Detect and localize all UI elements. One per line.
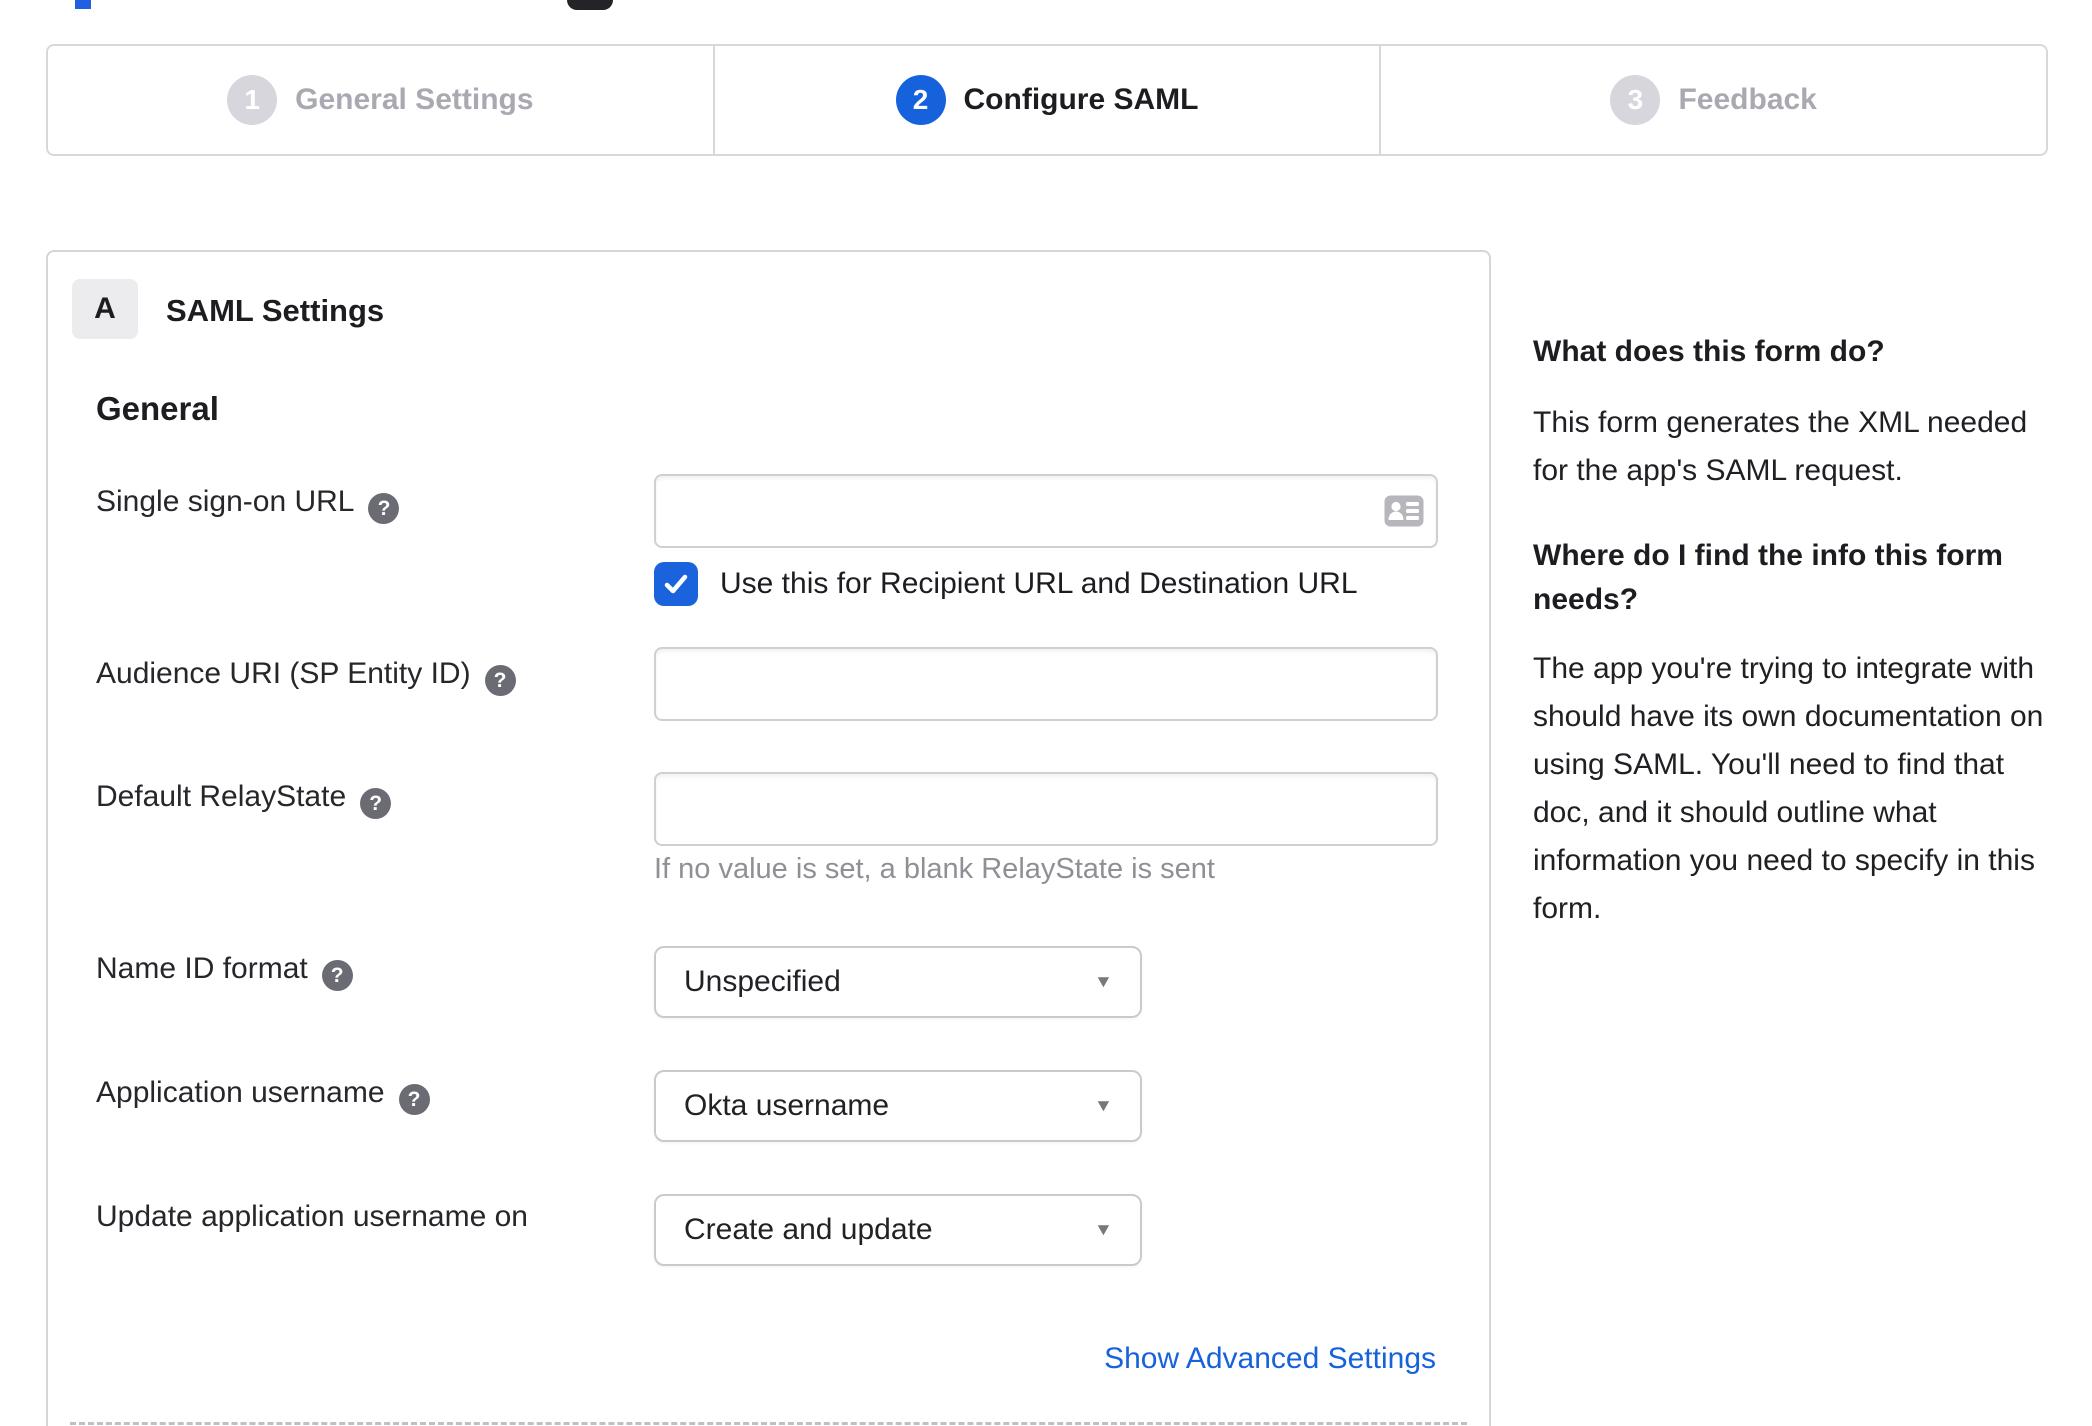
step-label-general-settings: General Settings — [295, 83, 534, 116]
update-username-label: Update application username on — [96, 1200, 528, 1234]
sidebar-body-what: This form generates the XML needed for t… — [1533, 406, 2028, 487]
update-username-value: Create and update — [684, 1213, 933, 1246]
audience-uri-help-icon[interactable]: ? — [484, 665, 516, 696]
section-a-badge: A — [72, 279, 138, 339]
application-username-value: Okta username — [684, 1089, 890, 1122]
application-username-select[interactable]: Okta username ▼ — [654, 1070, 1142, 1142]
name-id-format-value: Unspecified — [684, 965, 841, 998]
name-id-format-select[interactable]: Unspecified ▼ — [654, 946, 1142, 1018]
sso-url-label: Single sign-on URL? — [96, 485, 400, 524]
name-id-format-label-text: Name ID format — [96, 952, 308, 985]
use-for-recipient-label: Use this for Recipient URL and Destinati… — [720, 567, 1358, 600]
step-number-3: 3 — [1610, 75, 1661, 125]
step-general-settings[interactable]: 1 General Settings — [48, 46, 713, 154]
name-id-format-help-icon[interactable]: ? — [321, 960, 353, 991]
default-relaystate-label: Default RelayState? — [96, 780, 392, 819]
cutoff-logo-fragment-blue — [75, 0, 91, 9]
application-username-label-text: Application username — [96, 1076, 385, 1109]
contact-card-icon[interactable] — [1384, 495, 1424, 527]
relaystate-hint: If no value is set, a blank RelayState i… — [654, 853, 1215, 885]
chevron-down-icon: ▼ — [1093, 1220, 1114, 1239]
sso-url-input[interactable] — [654, 474, 1438, 548]
sidebar-body-where: The app you're trying to integrate with … — [1533, 652, 2044, 925]
audience-uri-label-text: Audience URI (SP Entity ID) — [96, 657, 471, 690]
sso-url-help-icon[interactable]: ? — [368, 493, 400, 524]
step-number-2: 2 — [895, 75, 946, 125]
section-divider-dashed — [70, 1422, 1467, 1425]
chevron-down-icon: ▼ — [1093, 1096, 1114, 1115]
saml-settings-panel: A SAML Settings General Single sign-on U… — [46, 250, 1491, 1426]
step-feedback[interactable]: 3 Feedback — [1379, 46, 2046, 154]
use-for-recipient-checkbox[interactable] — [654, 562, 698, 606]
show-advanced-settings-link[interactable]: Show Advanced Settings — [1104, 1342, 1436, 1376]
chevron-down-icon: ▼ — [1093, 972, 1114, 991]
page: 1 General Settings 2 Configure SAML 3 Fe… — [0, 0, 2092, 1426]
audience-uri-input[interactable] — [654, 647, 1438, 721]
audience-uri-label: Audience URI (SP Entity ID)? — [96, 657, 516, 696]
sso-url-label-text: Single sign-on URL — [96, 485, 355, 518]
sidebar-heading-where: Where do I find the info this form needs… — [1533, 539, 2003, 616]
default-relaystate-help-icon[interactable]: ? — [360, 788, 392, 819]
default-relaystate-label-text: Default RelayState — [96, 780, 347, 813]
step-label-feedback: Feedback — [1678, 83, 1817, 116]
application-username-help-icon[interactable]: ? — [398, 1084, 430, 1115]
update-username-select[interactable]: Create and update ▼ — [654, 1194, 1142, 1266]
general-section-title: General — [96, 390, 219, 427]
step-label-configure-saml: Configure SAML — [963, 83, 1199, 116]
wizard-stepper: 1 General Settings 2 Configure SAML 3 Fe… — [46, 44, 2048, 156]
step-configure-saml[interactable]: 2 Configure SAML — [712, 46, 1380, 154]
application-username-label: Application username? — [96, 1076, 430, 1115]
help-sidebar: What does this form do? This form genera… — [1533, 330, 2092, 933]
panel-title: SAML Settings — [166, 293, 385, 328]
sidebar-heading-what: What does this form do? — [1533, 335, 1885, 368]
update-username-label-text: Update application username on — [96, 1200, 528, 1233]
step-number-1: 1 — [227, 75, 278, 125]
cutoff-logo-fragment-dark — [567, 0, 613, 10]
default-relaystate-input[interactable] — [654, 772, 1438, 846]
name-id-format-label: Name ID format? — [96, 952, 353, 991]
checkmark-icon — [664, 574, 688, 594]
